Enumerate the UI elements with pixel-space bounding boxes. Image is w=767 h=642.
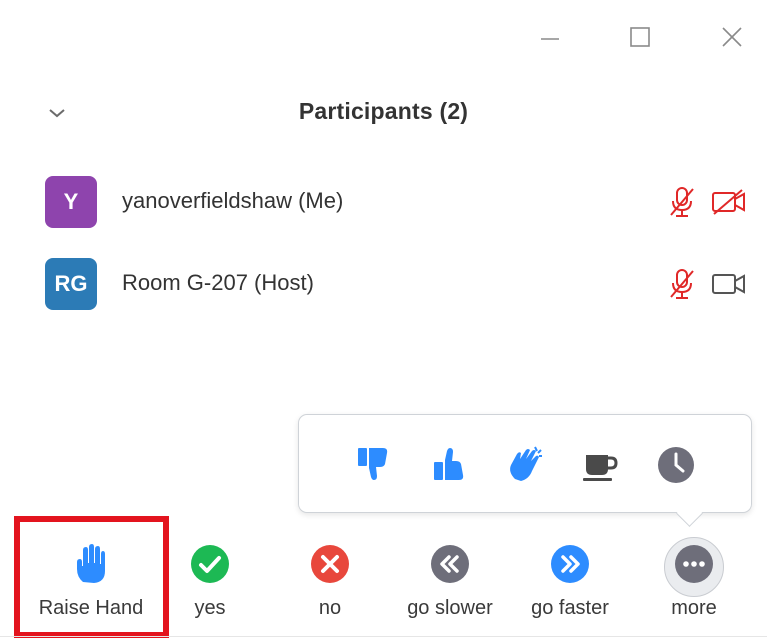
no-label: no: [318, 597, 342, 619]
clock-icon: [656, 445, 696, 490]
thumbs-down-button[interactable]: [352, 445, 396, 489]
rewind-icon: [430, 544, 470, 589]
divider: [0, 636, 767, 637]
coffee-icon: [580, 445, 620, 490]
participant-name: yanoverfieldshaw (Me): [122, 188, 344, 213]
participant-row[interactable]: RG Room G-207 (Host): [0, 254, 767, 314]
avatar: RG: [45, 258, 97, 310]
maximize-icon: [629, 26, 651, 48]
close-button[interactable]: [714, 22, 750, 52]
participant-row[interactable]: Y yanoverfieldshaw (Me): [0, 172, 767, 232]
mic-muted-icon[interactable]: [664, 267, 700, 301]
check-circle-icon: [190, 544, 230, 589]
maximize-button[interactable]: [622, 22, 658, 52]
clap-button[interactable]: [503, 445, 547, 489]
thumbs-down-icon: [356, 446, 392, 489]
avatar: Y: [45, 176, 97, 228]
thumbs-up-button[interactable]: [428, 445, 472, 489]
go-faster-button[interactable]: go faster: [510, 540, 630, 630]
clock-button[interactable]: [654, 445, 698, 489]
x-circle-icon: [310, 544, 350, 589]
minimize-button[interactable]: [532, 22, 568, 52]
ellipsis-icon: [674, 544, 714, 589]
more-label: more: [671, 597, 717, 619]
go-faster-label: go faster: [531, 597, 609, 619]
minimize-icon: [540, 27, 560, 47]
no-button[interactable]: no: [270, 540, 390, 630]
video-on-icon[interactable]: [711, 267, 747, 301]
thumbs-up-icon: [432, 446, 468, 489]
reactions-popup: [298, 414, 752, 513]
highlight-box: [14, 516, 169, 638]
go-slower-button[interactable]: go slower: [390, 540, 510, 630]
close-icon: [721, 26, 743, 48]
go-slower-label: go slower: [407, 597, 493, 619]
more-button[interactable]: more: [634, 540, 754, 630]
fast-forward-icon: [550, 544, 590, 589]
video-off-icon[interactable]: [711, 185, 747, 219]
mic-muted-icon[interactable]: [664, 185, 700, 219]
panel-title: Participants (2): [298, 98, 469, 124]
coffee-button[interactable]: [578, 445, 622, 489]
participant-name: Room G-207 (Host): [122, 270, 314, 295]
clap-icon: [505, 445, 545, 490]
